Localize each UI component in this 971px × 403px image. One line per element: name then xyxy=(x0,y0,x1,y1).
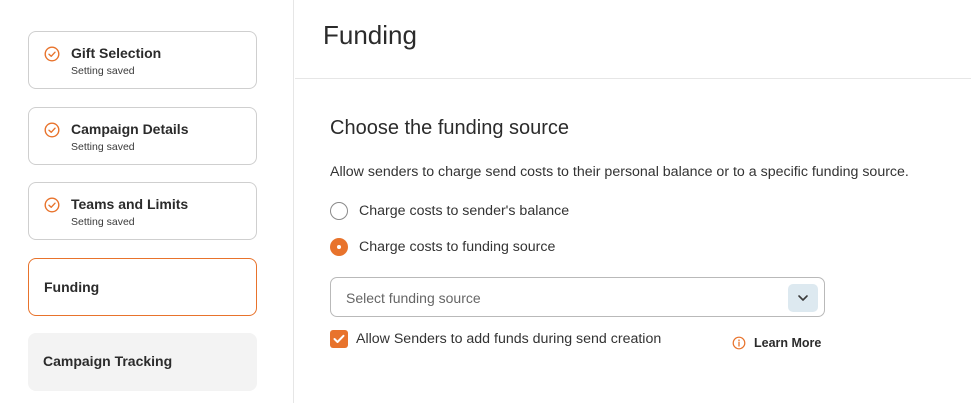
sidebar-steps: Gift Selection Setting saved Campaign De… xyxy=(0,0,294,403)
section-title: Choose the funding source xyxy=(330,117,570,139)
step-funding[interactable]: Funding xyxy=(28,258,257,316)
step-status: Setting saved xyxy=(71,141,135,153)
check-circle-icon xyxy=(44,122,60,138)
checkbox-label: Allow Senders to add funds during send c… xyxy=(356,331,662,347)
radio-button-selected[interactable] xyxy=(330,238,348,256)
step-campaign-tracking[interactable]: Campaign Tracking xyxy=(28,333,257,391)
step-title: Funding xyxy=(44,279,100,295)
info-icon xyxy=(732,336,746,350)
page-title: Funding xyxy=(323,20,417,50)
step-status: Setting saved xyxy=(71,65,135,77)
check-circle-icon xyxy=(44,197,60,213)
step-title: Campaign Tracking xyxy=(43,353,173,369)
check-circle-icon xyxy=(44,46,60,62)
funding-source-select[interactable]: Select funding source xyxy=(330,277,825,317)
step-campaign-details[interactable]: Campaign Details Setting saved xyxy=(28,107,257,165)
dropdown-toggle[interactable] xyxy=(788,284,818,312)
allow-add-funds-checkbox[interactable] xyxy=(330,330,348,348)
step-title: Campaign Details xyxy=(71,121,189,137)
step-title: Teams and Limits xyxy=(71,196,189,212)
step-teams-and-limits[interactable]: Teams and Limits Setting saved xyxy=(28,182,257,240)
learn-more-label: Learn More xyxy=(754,336,822,350)
page-header: Funding xyxy=(295,0,971,79)
main-panel: Funding Choose the funding source Allow … xyxy=(295,0,971,403)
chevron-down-icon xyxy=(798,295,808,301)
checkmark-icon xyxy=(333,334,345,343)
select-placeholder: Select funding source xyxy=(346,290,481,306)
step-gift-selection[interactable]: Gift Selection Setting saved xyxy=(28,31,257,89)
radio-label: Charge costs to funding source xyxy=(359,239,556,255)
section-description: Allow senders to charge send costs to th… xyxy=(330,164,909,180)
radio-label: Charge costs to sender's balance xyxy=(359,203,570,219)
radio-button[interactable] xyxy=(330,202,348,220)
step-status: Setting saved xyxy=(71,216,135,228)
step-title: Gift Selection xyxy=(71,45,162,61)
